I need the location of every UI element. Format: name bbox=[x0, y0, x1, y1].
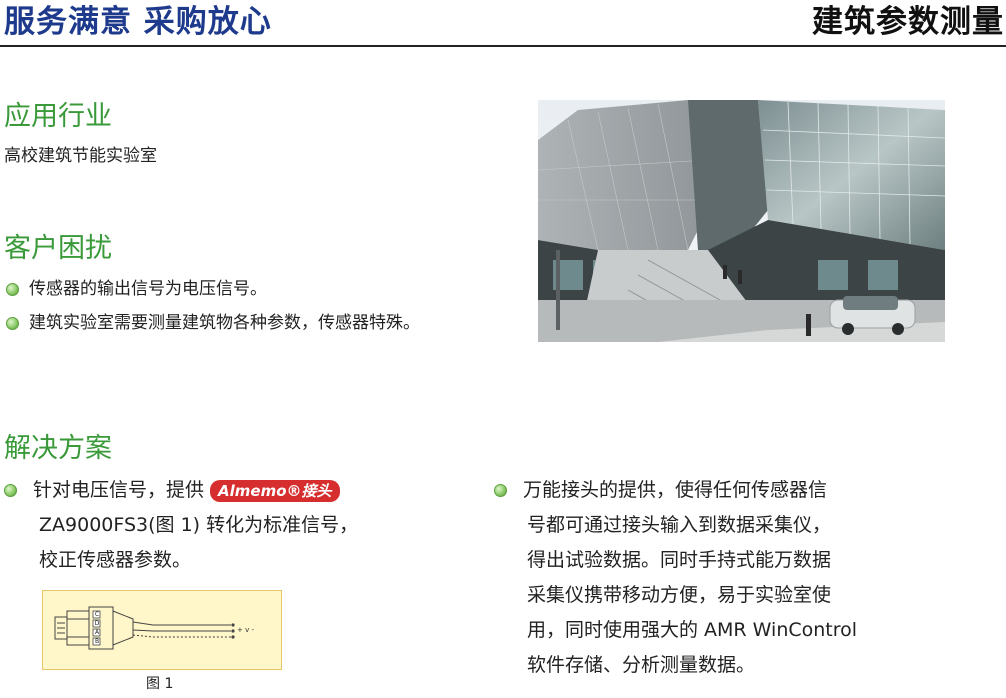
problem-item-text: 建筑实验室需要测量建筑物各种参数，传感器特殊。 bbox=[29, 313, 420, 333]
header-right-title: 建筑参数测量 bbox=[812, 4, 1004, 40]
pin-label: D bbox=[94, 620, 100, 627]
figure-1-caption: 图 1 bbox=[146, 676, 174, 692]
solution-right-line: 采集仪携带移动方便，易于实验室使 bbox=[527, 584, 832, 606]
green-circle-bullet-icon bbox=[6, 317, 19, 330]
solution-left-line3: 校正传感器参数。 bbox=[39, 549, 192, 571]
application-title: 应用行业 bbox=[4, 101, 112, 132]
problems-title: 客户困扰 bbox=[4, 233, 112, 264]
solution-right-block: 万能接头的提供，使得任何传感器信 号都可通过接头输入到数据采集仪， 得出试验数据… bbox=[494, 473, 924, 683]
solution-left-line1-text: 针对电压信号，提供 bbox=[33, 479, 205, 501]
green-circle-bullet-icon bbox=[4, 484, 17, 497]
wire-label: + v - bbox=[237, 626, 254, 634]
application-text: 高校建筑节能实验室 bbox=[4, 146, 157, 166]
problem-item: 建筑实验室需要测量建筑物各种参数，传感器特殊。 bbox=[6, 311, 420, 335]
solution-right-line: 万能接头的提供，使得任何传感器信 bbox=[523, 479, 828, 501]
almemo-connector-badge: Almemo®接头 bbox=[210, 479, 340, 502]
solution-right-line: 号都可通过接头输入到数据采集仪， bbox=[527, 514, 832, 536]
header-left-title: 服务满意 采购放心 bbox=[4, 4, 272, 40]
solution-right-line: 用，同时使用强大的 AMR WinControl bbox=[527, 619, 858, 641]
solution-title: 解决方案 bbox=[4, 433, 112, 464]
figure-1-connector-diagram: C D A B + v - bbox=[42, 590, 282, 670]
solution-left-block: 针对电压信号，提供 Almemo®接头 ZA9000FS3(图 1) 转化为标准… bbox=[4, 473, 464, 578]
solution-right-line: 软件存储、分析测量数据。 bbox=[527, 654, 756, 676]
problem-item: 传感器的输出信号为电压信号。 bbox=[6, 277, 267, 301]
pin-label: B bbox=[94, 638, 100, 645]
building-photo bbox=[538, 100, 945, 342]
solution-left-line2: ZA9000FS3(图 1) 转化为标准信号， bbox=[39, 514, 359, 536]
pin-label: C bbox=[94, 611, 100, 618]
solution-right-line: 得出试验数据。同时手持式能万数据 bbox=[527, 549, 832, 571]
pin-label: A bbox=[94, 629, 100, 636]
problem-item-text: 传感器的输出信号为电压信号。 bbox=[29, 279, 267, 299]
green-circle-bullet-icon bbox=[494, 484, 507, 497]
header-divider bbox=[0, 45, 1006, 47]
green-circle-bullet-icon bbox=[6, 283, 19, 296]
